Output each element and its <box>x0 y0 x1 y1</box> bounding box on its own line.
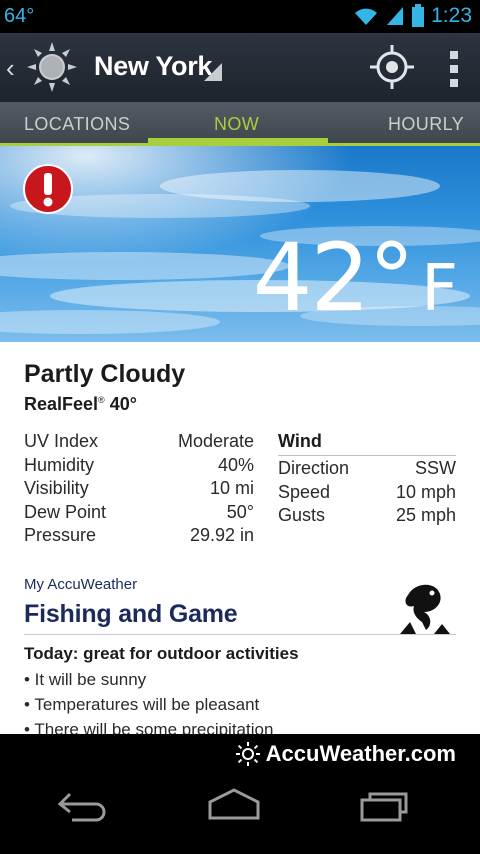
realfeel: RealFeel® 40° <box>24 394 137 415</box>
dropdown-triangle-icon[interactable] <box>204 63 222 81</box>
weather-hero: 42° F <box>0 146 480 342</box>
tab-hourly[interactable]: HOURLY <box>388 114 464 135</box>
brand-bar: AccuWeather.com <box>0 734 480 774</box>
detail-label: Pressure <box>24 525 97 545</box>
detail-value: Moderate <box>177 431 254 451</box>
wind-row-direction: Direction SSW <box>278 456 456 480</box>
wind-value: 25 mph <box>395 505 456 525</box>
alert-icon[interactable] <box>23 164 73 214</box>
locate-icon[interactable] <box>368 43 416 91</box>
accuweather-logo[interactable]: AccuWeather.com <box>235 741 456 767</box>
status-bar: 64° 1:23 <box>0 0 480 33</box>
tab-locations[interactable]: LOCATIONS <box>24 114 130 135</box>
fishing-and-game-title[interactable]: Fishing and Game <box>24 600 238 629</box>
brand-text: AccuWeather.com <box>265 741 456 766</box>
detail-value: 40% <box>217 454 254 475</box>
tab-now[interactable]: NOW <box>214 114 259 135</box>
signal-icon <box>387 7 404 25</box>
realfeel-value: 40° <box>109 394 137 414</box>
list-item: • It will be sunny <box>24 670 147 689</box>
status-time: 1:23 <box>431 4 472 27</box>
temperature-value: 42° <box>252 224 416 333</box>
realfeel-trademark: ® <box>98 395 105 405</box>
current-temperature: 42° F <box>253 232 458 326</box>
detail-row-humidity: Humidity 40% <box>24 454 254 478</box>
action-bar: ‹ New York <box>0 33 480 102</box>
wifi-icon <box>355 8 378 25</box>
detail-value: 50° <box>226 501 254 522</box>
weather-details-panel[interactable]: Partly Cloudy RealFeel® 40° UV Index Mod… <box>0 342 480 734</box>
back-icon[interactable] <box>52 784 112 824</box>
wind-row-gusts: Gusts 25 mph <box>278 503 456 527</box>
home-icon[interactable] <box>204 784 264 824</box>
detail-label: Dew Point <box>24 501 107 522</box>
wind-label: Gusts <box>278 505 326 525</box>
wind-label: Speed <box>278 481 331 502</box>
detail-label: Humidity <box>24 454 95 475</box>
detail-row-dew-point: Dew Point 50° <box>24 501 254 525</box>
wind-section: Wind Direction SSW Speed 10 mph Gusts 25… <box>278 430 456 527</box>
wind-title: Wind <box>278 430 456 456</box>
detail-label: Visibility <box>24 478 89 498</box>
status-icons: 1:23 <box>353 4 472 28</box>
overflow-menu-icon[interactable] <box>440 47 468 91</box>
list-item: • There will be some precipitation <box>24 720 274 734</box>
detail-value: 10 mi <box>209 478 254 498</box>
today-summary: Today: great for outdoor activities <box>24 644 299 663</box>
back-chevron-icon[interactable]: ‹ <box>6 53 15 84</box>
tab-active-indicator <box>148 138 328 143</box>
wind-label: Direction <box>278 458 350 478</box>
detail-value: 29.92 in <box>189 525 254 545</box>
section-divider <box>24 634 456 635</box>
detail-label: UV Index <box>24 431 99 451</box>
activity-bullets: • It will be sunny • Temperatures will b… <box>24 668 273 734</box>
system-nav-bar <box>0 774 480 854</box>
recent-apps-icon[interactable] <box>356 784 416 824</box>
detail-row-pressure: Pressure 29.92 in <box>24 524 254 548</box>
detail-row-visibility: Visibility 10 mi <box>24 477 254 501</box>
sun-logo-icon[interactable] <box>26 41 78 93</box>
sun-brand-icon <box>235 742 260 766</box>
details-list: UV Index Moderate Humidity 40% Visibilit… <box>24 430 254 548</box>
wind-value: SSW <box>414 458 456 478</box>
fish-icon[interactable] <box>396 582 454 636</box>
condition-text: Partly Cloudy <box>24 360 186 388</box>
detail-row-uv: UV Index Moderate <box>24 430 254 454</box>
city-selector[interactable]: New York <box>94 51 212 82</box>
battery-icon <box>412 4 425 27</box>
status-temperature: 64° <box>4 5 35 27</box>
realfeel-label: RealFeel <box>24 394 99 414</box>
wind-row-speed: Speed 10 mph <box>278 480 456 504</box>
my-accuweather-label: My AccuWeather <box>24 576 138 593</box>
wind-value: 10 mph <box>395 481 456 502</box>
temperature-unit: F <box>421 252 458 326</box>
list-item: • Temperatures will be pleasant <box>24 695 260 714</box>
